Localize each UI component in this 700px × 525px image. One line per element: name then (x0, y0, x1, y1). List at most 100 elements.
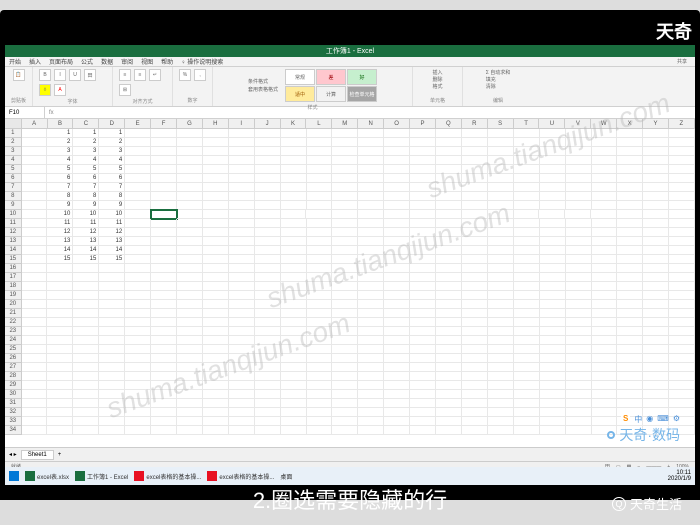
cell[interactable] (306, 210, 332, 219)
cell[interactable] (281, 363, 307, 372)
cell[interactable] (643, 201, 669, 210)
cell[interactable] (669, 192, 695, 201)
cell[interactable] (255, 336, 281, 345)
cell[interactable] (125, 246, 151, 255)
cell[interactable] (307, 273, 333, 282)
cell[interactable] (462, 372, 488, 381)
merge-icon[interactable]: ⊞ (119, 84, 131, 96)
select-all-corner[interactable] (5, 119, 22, 128)
cell[interactable] (669, 336, 695, 345)
cell[interactable] (565, 210, 591, 219)
cell[interactable] (151, 426, 177, 435)
cell[interactable] (436, 399, 462, 408)
cell[interactable] (203, 201, 229, 210)
tab-home[interactable]: 开始 (9, 57, 21, 66)
row-header[interactable]: 28 (5, 372, 22, 381)
cell[interactable] (566, 318, 592, 327)
cell[interactable] (307, 390, 333, 399)
cell[interactable] (462, 381, 488, 390)
cell[interactable] (332, 399, 358, 408)
cell[interactable] (358, 426, 384, 435)
cell[interactable] (592, 237, 618, 246)
cell[interactable]: 5 (99, 165, 125, 174)
cell[interactable] (177, 336, 203, 345)
row-header[interactable]: 20 (5, 300, 22, 309)
cell[interactable] (488, 363, 514, 372)
cell[interactable] (358, 174, 384, 183)
cell[interactable] (566, 354, 592, 363)
cell[interactable] (566, 390, 592, 399)
cell[interactable]: 5 (47, 165, 73, 174)
cell[interactable] (151, 156, 177, 165)
cell[interactable] (462, 300, 488, 309)
style-good[interactable]: 好 (347, 69, 377, 85)
cell[interactable] (332, 318, 358, 327)
cell[interactable] (514, 255, 540, 264)
cell[interactable]: 6 (47, 174, 73, 183)
cell[interactable] (255, 183, 281, 192)
row-header[interactable]: 12 (5, 228, 22, 237)
fx-icon[interactable]: fx (45, 110, 58, 116)
cell[interactable] (669, 165, 695, 174)
cell[interactable] (22, 219, 48, 228)
cell[interactable] (488, 174, 514, 183)
cell[interactable] (281, 291, 307, 300)
tab-view[interactable]: 视图 (141, 57, 153, 66)
cell[interactable]: 12 (73, 228, 99, 237)
cell[interactable] (73, 273, 99, 282)
cell[interactable] (177, 201, 203, 210)
cell[interactable] (514, 426, 540, 435)
cell[interactable] (540, 282, 566, 291)
cell[interactable] (488, 165, 514, 174)
cell[interactable] (229, 156, 255, 165)
cell[interactable] (669, 390, 695, 399)
cell[interactable] (462, 210, 488, 219)
cell[interactable] (47, 345, 73, 354)
cell[interactable] (203, 426, 229, 435)
cell[interactable] (514, 345, 540, 354)
cell[interactable] (566, 156, 592, 165)
row-header[interactable]: 26 (5, 354, 22, 363)
cell[interactable] (73, 354, 99, 363)
cell[interactable] (488, 408, 514, 417)
cell[interactable] (488, 138, 514, 147)
cell[interactable] (669, 345, 695, 354)
cell[interactable] (332, 417, 358, 426)
cell[interactable] (669, 399, 695, 408)
cell[interactable] (617, 174, 643, 183)
col-header[interactable]: U (539, 119, 565, 128)
cell[interactable] (125, 372, 151, 381)
cell[interactable] (177, 174, 203, 183)
tell-me[interactable]: ♀ 操作说明搜索 (181, 57, 223, 66)
cell[interactable] (669, 381, 695, 390)
cell[interactable] (617, 237, 643, 246)
cell[interactable] (540, 201, 566, 210)
cell[interactable] (203, 246, 229, 255)
col-header[interactable]: E (125, 119, 151, 128)
cell[interactable] (643, 345, 669, 354)
cell[interactable] (514, 237, 540, 246)
task-item-4[interactable]: excel表格的基本操... (207, 471, 274, 481)
cell[interactable] (203, 237, 229, 246)
cell[interactable] (436, 336, 462, 345)
cell[interactable] (514, 390, 540, 399)
cell[interactable] (462, 291, 488, 300)
row-header[interactable]: 34 (5, 426, 22, 435)
cell[interactable] (669, 219, 695, 228)
cell[interactable] (332, 345, 358, 354)
cell[interactable]: 12 (47, 228, 73, 237)
cell[interactable] (436, 201, 462, 210)
cell[interactable] (436, 408, 462, 417)
cell[interactable] (540, 219, 566, 228)
cell[interactable] (73, 408, 99, 417)
cell[interactable] (436, 291, 462, 300)
cell[interactable] (151, 255, 177, 264)
cell[interactable] (255, 237, 281, 246)
row-header[interactable]: 3 (5, 147, 22, 156)
cell[interactable] (410, 228, 436, 237)
name-box[interactable]: F10 (5, 107, 45, 118)
cell[interactable] (203, 354, 229, 363)
cell[interactable] (99, 381, 125, 390)
row-header[interactable]: 10 (5, 210, 22, 219)
col-header[interactable]: D (99, 119, 125, 128)
